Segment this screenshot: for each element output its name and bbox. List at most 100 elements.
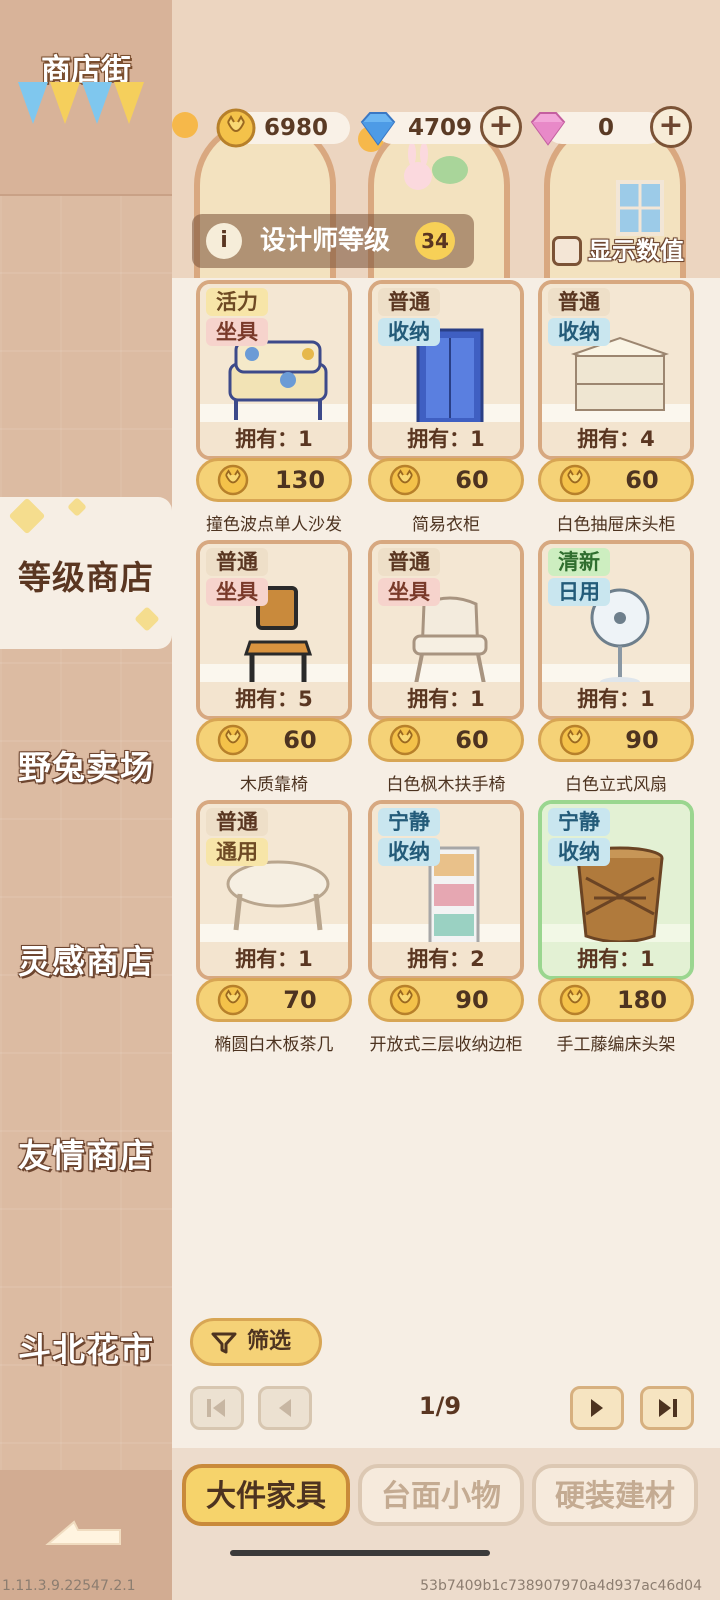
category-tag: 收纳	[548, 838, 610, 866]
plush-toy-icon	[404, 142, 468, 190]
show-values-label: 显示数值	[588, 237, 684, 265]
furniture-card[interactable]: 普通 通用 拥有：1	[196, 800, 352, 980]
buy-price-button[interactable]: 130	[196, 458, 352, 502]
buy-price-button[interactable]: 60	[368, 718, 524, 762]
furniture-card[interactable]: 活力 坐具 拥有：1	[196, 280, 352, 460]
filter-button[interactable]: 筛选	[190, 1318, 322, 1366]
first-page-button[interactable]	[190, 1386, 244, 1430]
category-tag: 收纳	[378, 318, 440, 346]
nav-rabbit-market[interactable]: 野兔卖场	[0, 728, 172, 808]
nav-friendship-shop[interactable]: 友情商店	[0, 1116, 172, 1196]
sidebar-header: 商店街	[0, 0, 172, 196]
build-id-label: 53b7409b1c738907970a4d937ac46d04	[420, 1578, 702, 1594]
last-page-button[interactable]	[640, 1386, 694, 1430]
cat-coin-icon	[559, 464, 591, 496]
tab-tabletop-items[interactable]: 台面小物	[358, 1464, 524, 1526]
furniture-grid: 活力 坐具 拥有：1 130 撞色波点单人沙发 普通 收纳 拥有：1 60 简易衣柜 普通 收纳 拥有：…	[172, 278, 720, 1428]
cat-coin-icon	[389, 464, 421, 496]
owned-count: 拥有：1	[542, 682, 690, 716]
style-tag: 活力	[206, 288, 268, 316]
gem-amount: 0	[598, 115, 615, 141]
price-value: 90	[625, 726, 659, 754]
prev-page-button[interactable]	[258, 1386, 312, 1430]
owned-count: 拥有：2	[372, 942, 520, 976]
style-tag: 普通	[206, 808, 268, 836]
home-indicator	[230, 1550, 490, 1556]
category-tag: 坐具	[206, 318, 268, 346]
price-value: 60	[625, 466, 659, 494]
item-name: 撞色波点单人沙发	[206, 515, 342, 535]
style-tag: 宁静	[548, 808, 610, 836]
price-value: 60	[455, 466, 489, 494]
tab-large-furniture[interactable]: 大件家具	[182, 1464, 350, 1526]
show-values-checkbox[interactable]	[552, 236, 582, 266]
first-page-icon	[207, 1399, 225, 1417]
flag-icon	[82, 82, 112, 124]
cat-coin-icon	[217, 984, 249, 1016]
cat-coin-icon	[559, 984, 591, 1016]
designer-level-badge: 34	[415, 222, 455, 260]
furniture-card[interactable]: 宁静 收纳拥有：1	[538, 800, 694, 980]
version-label: 1.11.3.9.22547.2.1	[2, 1578, 136, 1594]
owned-count: 拥有：1	[542, 942, 690, 976]
style-tag: 普通	[548, 288, 610, 316]
flag-icon	[114, 82, 144, 124]
buy-price-button[interactable]: 90	[368, 978, 524, 1022]
owned-count: 拥有：1	[200, 942, 348, 976]
price-value: 70	[283, 986, 317, 1014]
furniture-card[interactable]: 普通 坐具 拥有：1	[368, 540, 524, 720]
category-tag: 日用	[548, 578, 610, 606]
item-name: 手工藤编床头架	[556, 1035, 676, 1055]
bunting-decoration	[18, 82, 144, 124]
price-value: 60	[455, 726, 489, 754]
furniture-card[interactable]: 清新 日用 拥有：1	[538, 540, 694, 720]
designer-level-label: 设计师等级	[260, 226, 391, 256]
category-tag: 坐具	[378, 578, 440, 606]
add-gems-button[interactable]: +	[650, 106, 692, 148]
price-value: 180	[616, 986, 668, 1014]
cat-coin-icon	[559, 724, 591, 756]
nav-level-shop[interactable]: 等级商店	[0, 538, 172, 618]
price-value: 60	[283, 726, 317, 754]
coin-amount: 6980	[264, 115, 329, 141]
category-tag: 收纳	[378, 838, 440, 866]
category-tag: 坐具	[206, 578, 268, 606]
last-page-icon	[659, 1399, 677, 1417]
category-tag: 收纳	[548, 318, 610, 346]
buy-price-button[interactable]: 60	[368, 458, 524, 502]
flag-icon	[18, 82, 48, 124]
next-page-button[interactable]	[570, 1386, 624, 1430]
furniture-card[interactable]: 普通 坐具 拥有：5	[196, 540, 352, 720]
cat-coin-icon	[389, 724, 421, 756]
style-tag: 普通	[378, 288, 440, 316]
furniture-card[interactable]: 普通 收纳 拥有：1	[368, 280, 524, 460]
nav-inspiration-shop[interactable]: 灵感商店	[0, 922, 172, 1002]
price-value: 90	[455, 986, 489, 1014]
back-arrow-icon	[45, 1520, 121, 1545]
cat-coin-icon	[389, 984, 421, 1016]
item-name: 白色立式风扇	[565, 775, 667, 795]
item-name: 白色枫木扶手椅	[386, 775, 506, 795]
item-name: 简易衣柜	[412, 515, 480, 535]
furniture-card[interactable]: 普通 收纳拥有：4	[538, 280, 694, 460]
funnel-icon	[211, 1332, 237, 1354]
buy-price-button[interactable]: 180	[538, 978, 694, 1022]
owned-count: 拥有：5	[200, 682, 348, 716]
buy-price-button[interactable]: 70	[196, 978, 352, 1022]
next-page-icon	[591, 1399, 603, 1417]
buy-price-button[interactable]: 60	[538, 458, 694, 502]
pink-gem-icon	[530, 112, 566, 146]
buy-price-button[interactable]: 60	[196, 718, 352, 762]
tab-building-materials[interactable]: 硬装建材	[532, 1464, 698, 1526]
owned-count: 拥有：1	[372, 682, 520, 716]
add-diamonds-button[interactable]: +	[480, 106, 522, 148]
buy-price-button[interactable]: 90	[538, 718, 694, 762]
item-name: 白色抽屉床头柜	[556, 515, 676, 535]
info-icon[interactable]: i	[206, 223, 242, 259]
window-icon	[616, 180, 664, 236]
filter-label: 筛选	[247, 1329, 292, 1354]
nav-flower-market[interactable]: 斗北花市	[0, 1310, 172, 1390]
furniture-card[interactable]: 宁静 收纳 拥有：2	[368, 800, 524, 980]
flag-icon	[50, 82, 80, 124]
owned-count: 拥有：4	[542, 422, 690, 456]
